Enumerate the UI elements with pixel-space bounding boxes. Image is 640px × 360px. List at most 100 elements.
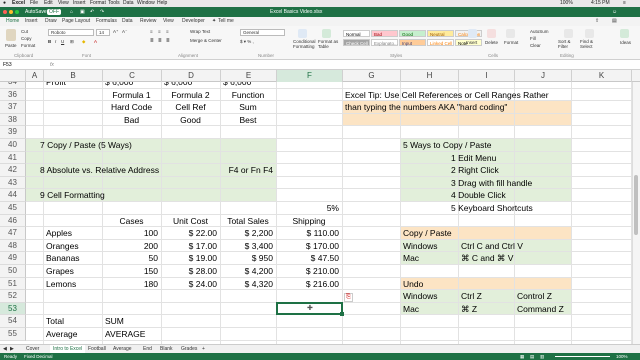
borders-icon[interactable]: ⊞ <box>70 39 74 45</box>
tab-data[interactable]: Data <box>122 17 133 26</box>
menu-edit[interactable]: Edit <box>44 0 53 7</box>
align-middle-icon[interactable]: ≡ <box>158 29 161 34</box>
align-center-icon[interactable]: ≣ <box>158 38 162 44</box>
row-header-53[interactable]: 53 <box>0 302 26 316</box>
menu-help[interactable]: Help <box>157 0 167 7</box>
row-header-55[interactable]: 55 <box>0 328 26 341</box>
menu-view[interactable]: View <box>58 0 69 7</box>
column-header-i[interactable]: I <box>459 70 515 82</box>
align-right-icon[interactable]: ≣ <box>166 38 170 44</box>
fill-color-icon[interactable]: ◆ <box>82 39 85 45</box>
delete-cells-button[interactable]: Delete <box>485 40 498 45</box>
delete-cells-icon[interactable] <box>487 29 496 38</box>
redo-icon[interactable]: ↷ <box>100 7 104 17</box>
cell-style-good[interactable]: Good <box>399 30 426 37</box>
share-icon[interactable]: ☺ <box>612 7 617 17</box>
column-header-k[interactable]: K <box>572 70 632 82</box>
underline-button[interactable]: U <box>61 39 64 44</box>
tab-review[interactable]: Review <box>140 17 156 26</box>
close-window-button[interactable] <box>3 10 7 14</box>
row-header-48[interactable]: 48 <box>0 239 26 253</box>
tab-formulas[interactable]: Formulas <box>96 17 117 26</box>
cell-style-bad[interactable]: Bad <box>371 30 398 37</box>
page-layout-view-icon[interactable]: ▤ <box>530 353 534 360</box>
row-header-52[interactable]: 52 <box>0 290 26 303</box>
worksheet-grid[interactable]: 3436373839404142434445464748495051525354… <box>0 82 632 344</box>
number-format-dropdown[interactable]: General <box>240 29 285 36</box>
copy-button[interactable]: Copy <box>21 36 32 41</box>
column-header-h[interactable]: H <box>401 70 459 82</box>
row-header-38[interactable]: 38 <box>0 113 26 127</box>
format-cells-icon[interactable] <box>506 29 515 38</box>
column-header-c[interactable]: C <box>103 70 162 82</box>
align-top-icon[interactable]: ≡ <box>150 29 153 34</box>
increase-font-icon[interactable]: A⁺ <box>113 29 118 35</box>
paste-options-icon[interactable]: ⎘ <box>344 293 353 303</box>
row-header-50[interactable]: 50 <box>0 265 26 278</box>
row-header-45[interactable]: 45 <box>0 202 26 215</box>
ideas-button[interactable]: Ideas <box>620 40 631 45</box>
tab-insert[interactable]: Insert <box>25 17 38 26</box>
merge-center-button[interactable]: Merge & Center <box>190 38 222 43</box>
fx-icon[interactable]: fx <box>50 60 54 70</box>
format-as-table-icon[interactable] <box>322 29 331 38</box>
cut-button[interactable]: Cut <box>21 29 28 34</box>
autosave-toggle[interactable]: OFF <box>47 9 61 15</box>
column-header-d[interactable]: D <box>162 70 221 82</box>
tab-developer[interactable]: Developer <box>182 17 205 26</box>
format-painter-button[interactable]: Format <box>21 43 35 48</box>
format-cells-button[interactable]: Format <box>504 40 518 45</box>
row-header-54[interactable]: 54 <box>0 315 26 328</box>
formula-input[interactable] <box>60 61 636 69</box>
format-as-table-button[interactable]: Format as Table <box>318 39 340 49</box>
save-icon[interactable]: ▣ <box>80 7 85 17</box>
row-header-34[interactable]: 34 <box>0 82 26 89</box>
column-header-e[interactable]: E <box>221 70 277 82</box>
menu-format[interactable]: Format <box>90 0 106 7</box>
row-header-40[interactable]: 40 <box>0 139 26 152</box>
menu-file[interactable]: File <box>30 0 38 7</box>
ideas-icon[interactable] <box>620 29 629 38</box>
menu-insert[interactable]: Insert <box>73 0 86 7</box>
fill-button[interactable]: Fill <box>530 36 536 41</box>
undo-icon[interactable]: ↶ <box>90 7 94 17</box>
vertical-scrollbar-thumb[interactable] <box>634 175 638 235</box>
cell-style-neutral[interactable]: Neutral <box>427 30 454 37</box>
font-color-icon[interactable]: A <box>94 39 97 44</box>
column-header-b[interactable]: B <box>44 70 103 82</box>
name-box[interactable]: F53 <box>3 60 43 70</box>
align-left-icon[interactable]: ≣ <box>150 38 154 44</box>
sort-filter-button[interactable]: Sort & Filter <box>558 39 578 49</box>
paste-icon[interactable] <box>6 29 16 41</box>
column-header-j[interactable]: J <box>515 70 572 82</box>
row-header-51[interactable]: 51 <box>0 277 26 291</box>
row-header-36[interactable]: 36 <box>0 88 26 102</box>
tab-tell-me[interactable]: Tell me <box>218 17 234 26</box>
paste-label[interactable]: Paste <box>5 43 17 48</box>
menu-tools[interactable]: Tools <box>108 0 120 7</box>
column-header-f[interactable]: F <box>277 70 343 82</box>
minimize-window-button[interactable] <box>9 10 13 14</box>
cell-style-normal[interactable]: Normal <box>343 30 370 37</box>
menu-extras-icon[interactable]: ≡ <box>623 0 626 7</box>
wrap-text-button[interactable]: Wrap Text <box>190 29 210 34</box>
apple-icon[interactable]: ● <box>3 0 6 7</box>
conditional-formatting-button[interactable]: Conditional Formatting <box>293 39 316 49</box>
tab-view[interactable]: View <box>163 17 174 26</box>
menu-window[interactable]: Window <box>137 0 155 7</box>
row-header-43[interactable]: 43 <box>0 176 26 190</box>
menu-app[interactable]: Excel <box>12 0 25 7</box>
share-button[interactable]: ⇧ <box>595 17 599 26</box>
insert-cells-button[interactable]: Insert <box>466 40 477 45</box>
cell-style-check-cell[interactable]: Check Cell <box>343 39 370 46</box>
row-header-37[interactable]: 37 <box>0 101 26 114</box>
row-header-41[interactable]: 41 <box>0 151 26 165</box>
tab-page-layout[interactable]: Page Layout <box>62 17 90 26</box>
conditional-formatting-icon[interactable] <box>298 29 307 38</box>
autosum-button[interactable]: AutoSum <box>530 29 549 34</box>
row-header-46[interactable]: 46 <box>0 214 26 228</box>
font-size-dropdown[interactable]: 14 <box>96 29 110 36</box>
zoom-window-button[interactable] <box>15 10 19 14</box>
row-header-49[interactable]: 49 <box>0 252 26 265</box>
insert-cells-icon[interactable] <box>468 29 477 38</box>
